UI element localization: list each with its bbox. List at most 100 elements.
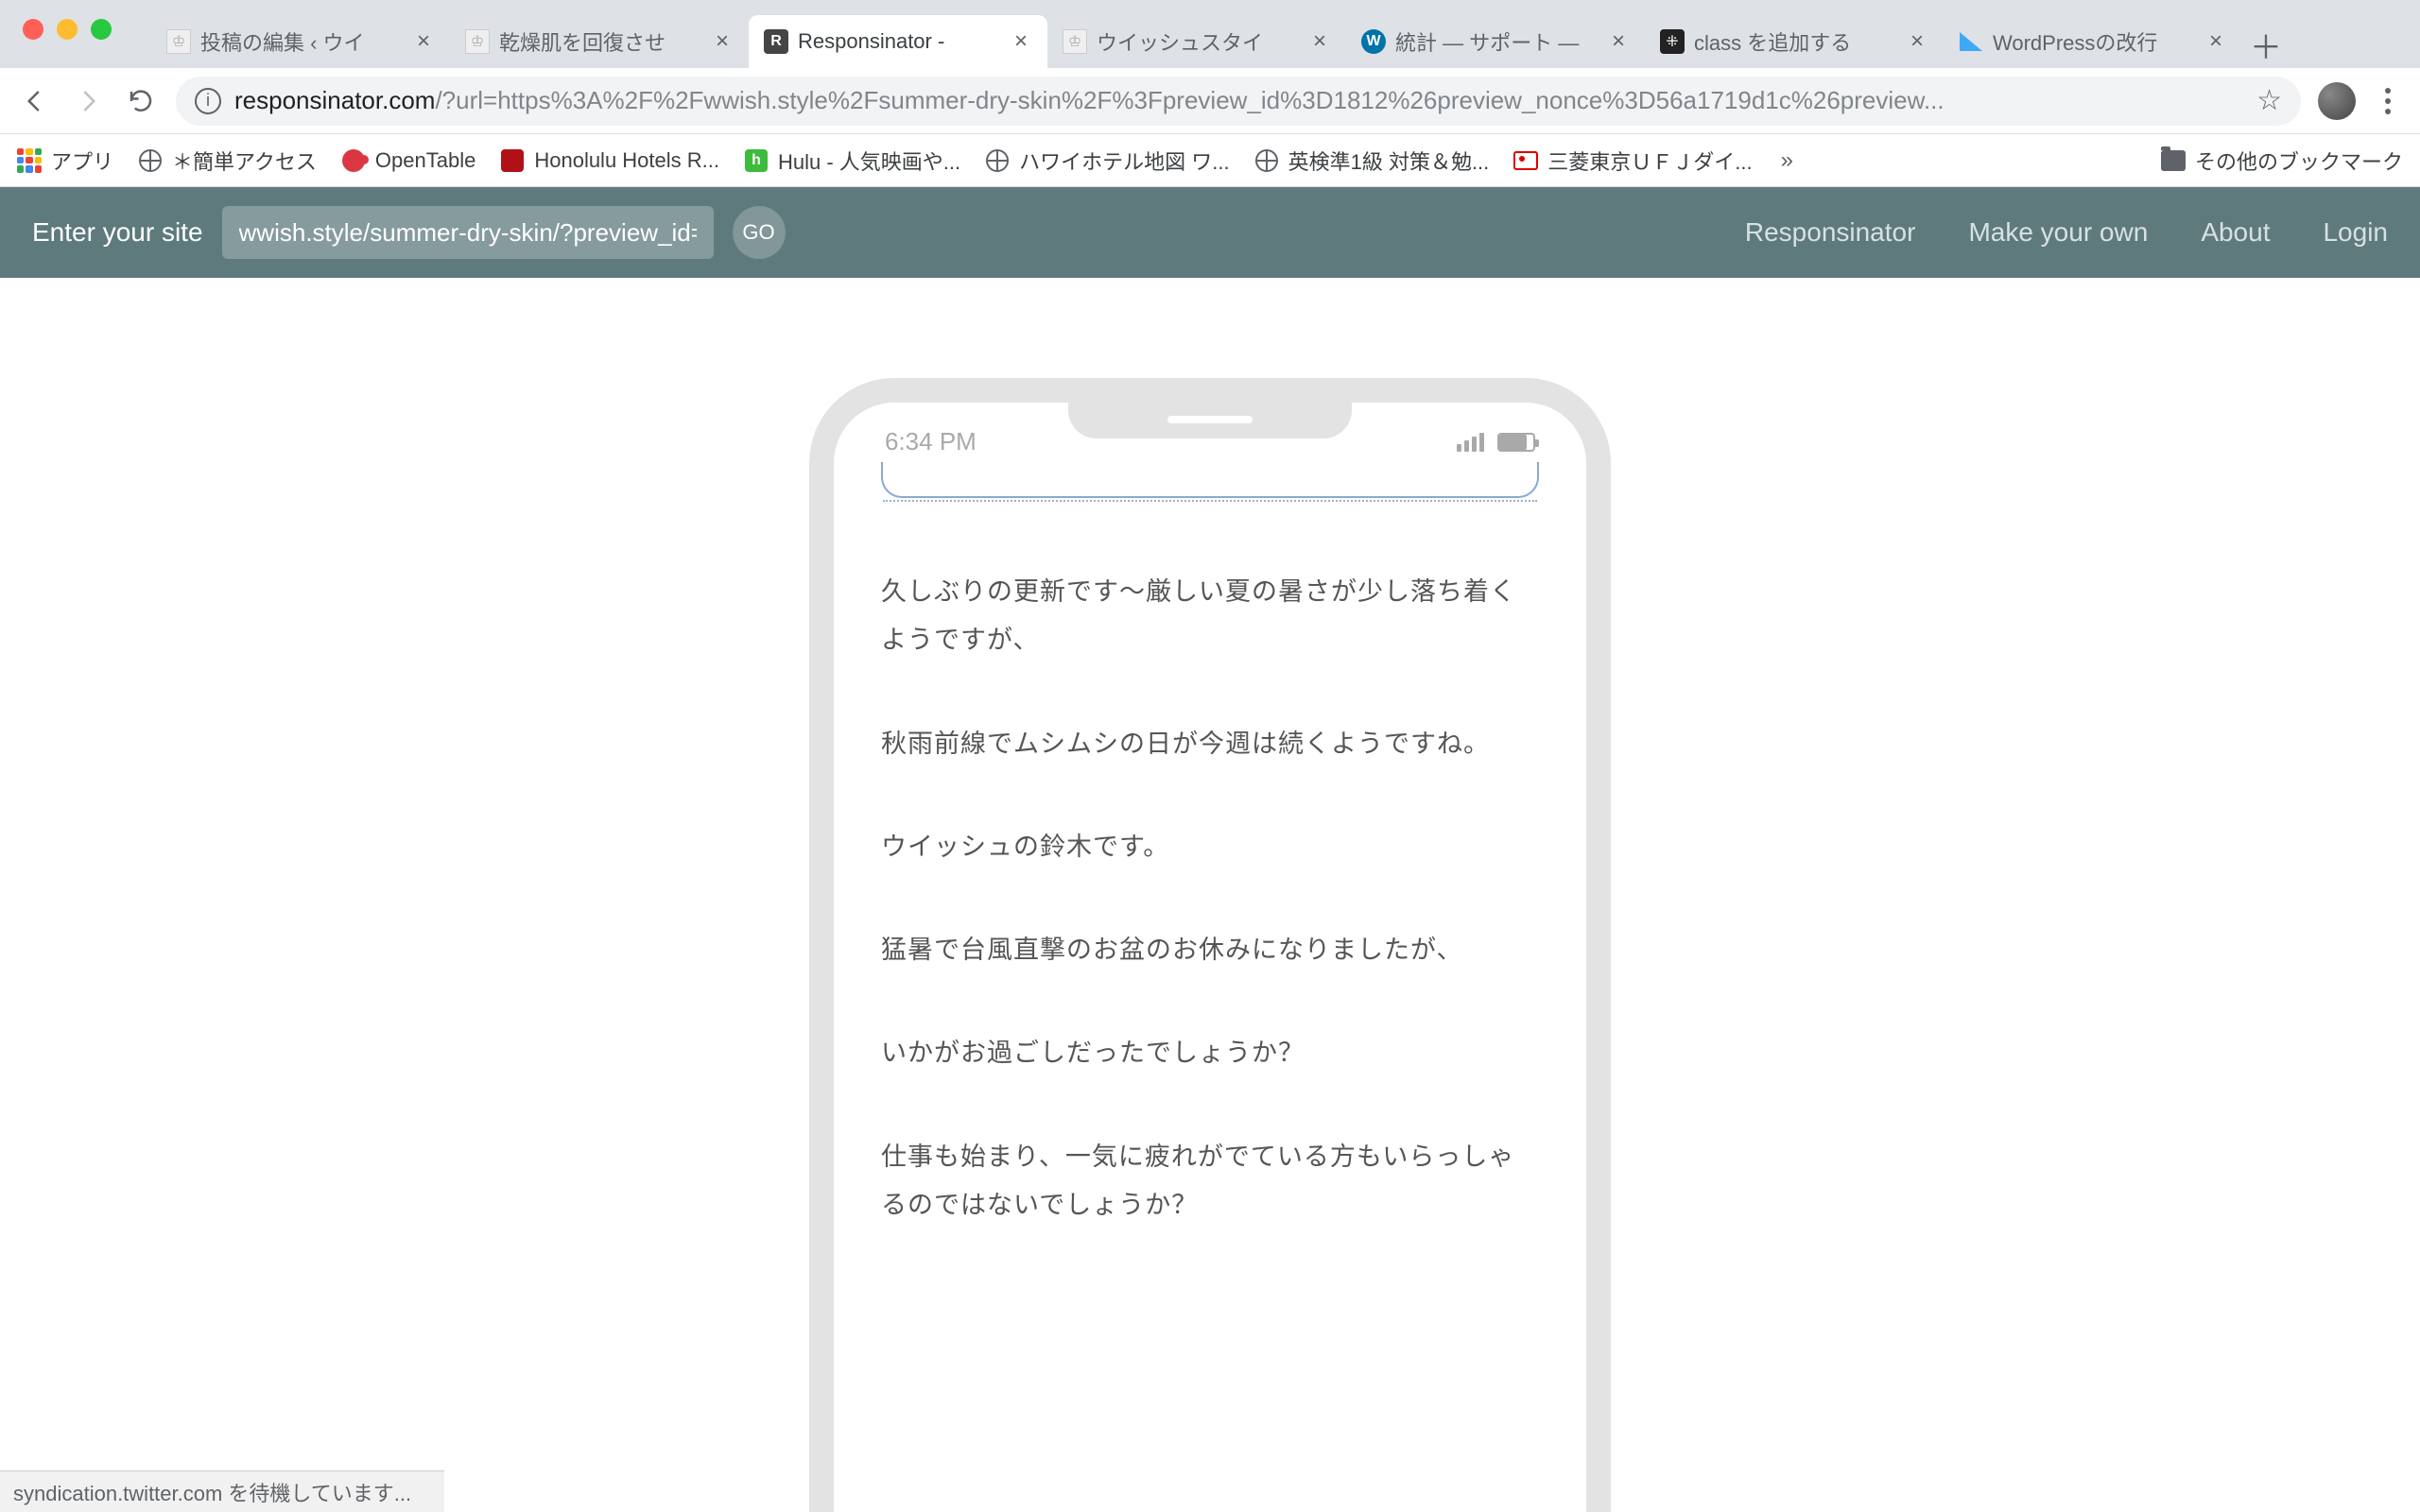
phone-frame: 6:34 PM 久しぶりの更新です〜厳しい夏の暑さが少し落ち着くようですが、 秋…	[809, 378, 1611, 1512]
phone-notch	[1068, 403, 1352, 438]
tab-title: 統計 — サポート —	[1395, 26, 1598, 57]
bookmark-item[interactable]: 英検準1級 対策＆勉...	[1254, 146, 1490, 176]
bookmark-label: ハワイホテル地図 ワ...	[1019, 146, 1229, 176]
window-traffic-lights	[23, 19, 112, 40]
url-host: responsinator.com	[234, 86, 435, 114]
arrow-left-icon	[21, 87, 49, 115]
paragraph: 猛暑で台風直撃のお盆のお休みになりましたが、	[881, 926, 1539, 974]
globe-icon	[985, 148, 1010, 173]
address-bar[interactable]: i responsinator.com/?url=https%3A%2F%2Fw…	[176, 77, 2301, 126]
tab-4[interactable]: W 統計 — サポート — ×	[1346, 15, 1645, 68]
crown-icon: ♔	[166, 29, 191, 54]
bookmark-item[interactable]: Honolulu Hotels R...	[500, 148, 719, 173]
bookmark-item[interactable]: OpenTable	[341, 148, 475, 173]
phone-time: 6:34 PM	[885, 427, 977, 456]
close-tab-icon[interactable]: ×	[1607, 30, 1630, 53]
responsinator-icon: R	[764, 29, 788, 54]
apps-label: アプリ	[51, 146, 113, 176]
decorative-dotted-line	[883, 500, 1537, 502]
apps-grid-icon	[17, 148, 42, 173]
tab-title: WordPressの改行	[1993, 26, 2195, 57]
responsinator-header: Enter your site GO Responsinator Make yo…	[0, 187, 2420, 278]
bookmark-item[interactable]: ＊簡単アクセス	[138, 146, 317, 176]
toolbar: i responsinator.com/?url=https%3A%2F%2Fw…	[0, 68, 2420, 134]
nav-responsinator[interactable]: Responsinator	[1745, 217, 1916, 248]
battery-icon	[1497, 433, 1535, 452]
url-path: /?url=https%3A%2F%2Fwwish.style%2Fsummer…	[435, 86, 1944, 114]
reload-button[interactable]	[123, 83, 159, 119]
tab-3[interactable]: ♔ ウイッシュスタイ ×	[1047, 15, 1346, 68]
maximize-window-button[interactable]	[91, 19, 112, 40]
bookmarks-overflow-button[interactable]: »	[1781, 147, 1793, 174]
globe-icon	[1254, 148, 1279, 173]
status-label: syndication.twitter.com を待機しています...	[13, 1477, 411, 1507]
back-button[interactable]	[17, 83, 53, 119]
profile-avatar[interactable]	[2318, 82, 2356, 120]
url-text: responsinator.com/?url=https%3A%2F%2Fwwi…	[234, 86, 2243, 115]
go-button[interactable]: GO	[733, 206, 786, 259]
paragraph: 仕事も始まり、一気に疲れがでている方もいらっしゃるのではないでしょうか？	[881, 1133, 1539, 1230]
nav-make-your-own[interactable]: Make your own	[1968, 217, 2148, 248]
tab-title: 乾燥肌を回復させ	[499, 26, 701, 57]
tab-0[interactable]: ♔ 投稿の編集 ‹ ウイ ×	[151, 15, 450, 68]
bookmark-label: 英検準1級 対策＆勉...	[1288, 146, 1490, 176]
nav-login[interactable]: Login	[2323, 217, 2388, 248]
tab-5[interactable]: ⁜ class を追加する ×	[1645, 15, 1944, 68]
bookmark-label: Honolulu Hotels R...	[534, 148, 719, 173]
minimize-window-button[interactable]	[57, 19, 78, 40]
go-label: GO	[742, 220, 774, 245]
tab-title: Responsinator -	[798, 29, 1000, 54]
new-tab-button[interactable]: ＋	[2242, 21, 2290, 68]
tab-title: ウイッシュスタイ	[1097, 26, 1299, 57]
bookmark-label: 三菱東京ＵＦＪダイ...	[1547, 146, 1752, 176]
browser-status-text: syndication.twitter.com を待機しています...	[0, 1470, 444, 1512]
site-icon: ⁜	[1660, 29, 1685, 54]
tab-title: class を追加する	[1694, 26, 1896, 57]
paragraph: ウイッシュの鈴木です。	[881, 823, 1539, 871]
article-body: 久しぶりの更新です〜厳しい夏の暑さが少し落ち着くようですが、 秋雨前線でムシムシ…	[881, 568, 1539, 1229]
mufg-icon	[1513, 148, 1538, 173]
bookmarks-bar: アプリ ＊簡単アクセス OpenTable Honolulu Hotels R.…	[0, 134, 2420, 187]
paragraph: 久しぶりの更新です〜厳しい夏の暑さが少し落ち着くようですが、	[881, 568, 1539, 665]
crown-icon: ♔	[1063, 29, 1087, 54]
forward-button[interactable]	[70, 83, 106, 119]
reload-icon	[127, 87, 155, 115]
bookmark-item[interactable]: h Hulu - 人気映画や...	[744, 146, 960, 176]
site-info-icon[interactable]: i	[195, 88, 221, 114]
tab-2-active[interactable]: R Responsinator - ×	[749, 15, 1047, 68]
paragraph: いかがお過ごしだったでしょうか？	[881, 1029, 1539, 1077]
nav-about[interactable]: About	[2201, 217, 2270, 248]
globe-icon	[138, 148, 163, 173]
tab-6[interactable]: WordPressの改行 ×	[1944, 15, 2242, 68]
bookmark-label: Hulu - 人気映画や...	[778, 146, 960, 176]
other-bookmarks-label: その他のブックマーク	[2195, 146, 2403, 176]
apps-shortcut[interactable]: アプリ	[17, 146, 113, 176]
other-bookmarks-folder[interactable]: その他のブックマーク	[2161, 146, 2403, 176]
bookmark-item[interactable]: 三菱東京ＵＦＪダイ...	[1513, 146, 1752, 176]
close-tab-icon[interactable]: ×	[1906, 30, 1928, 53]
tab-1[interactable]: ♔ 乾燥肌を回復させ ×	[450, 15, 749, 68]
bookmark-star-icon[interactable]: ☆	[2256, 84, 2282, 117]
close-tab-icon[interactable]: ×	[1010, 30, 1032, 53]
close-tab-icon[interactable]: ×	[2204, 30, 2227, 53]
triangle-icon	[1959, 29, 1983, 54]
phone-viewport[interactable]: 久しぶりの更新です〜厳しい夏の暑さが少し落ち着くようですが、 秋雨前線でムシムシ…	[834, 462, 1586, 1229]
close-window-button[interactable]	[23, 19, 43, 40]
close-tab-icon[interactable]: ×	[1308, 30, 1331, 53]
chrome-menu-button[interactable]	[2373, 86, 2403, 116]
bookmark-label: OpenTable	[375, 148, 475, 173]
arrow-right-icon	[74, 87, 102, 115]
preview-area: 6:34 PM 久しぶりの更新です〜厳しい夏の暑さが少し落ち着くようですが、 秋…	[0, 278, 2420, 1512]
enter-site-label: Enter your site	[32, 217, 203, 248]
bookmark-item[interactable]: ハワイホテル地図 ワ...	[985, 146, 1229, 176]
hulu-icon: h	[744, 148, 769, 173]
tab-strip: ♔ 投稿の編集 ‹ ウイ × ♔ 乾燥肌を回復させ × R Responsina…	[0, 0, 2420, 68]
tab-title: 投稿の編集 ‹ ウイ	[200, 26, 403, 57]
site-url-input[interactable]	[222, 206, 714, 259]
crown-icon: ♔	[465, 29, 490, 54]
close-tab-icon[interactable]: ×	[711, 30, 734, 53]
close-tab-icon[interactable]: ×	[412, 30, 435, 53]
bookmark-label: ＊簡単アクセス	[172, 146, 317, 176]
marriott-icon	[500, 148, 525, 173]
folder-icon	[2161, 148, 2186, 173]
